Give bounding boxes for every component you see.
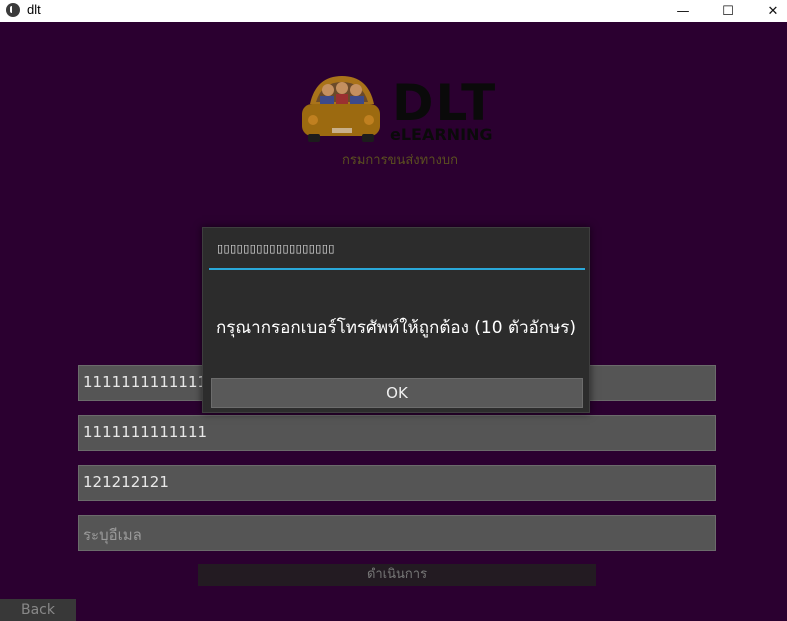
logo-brand-sub: eLEARNING <box>390 125 493 144</box>
error-dialog: ▯▯▯▯▯▯▯▯▯▯▯▯▯▯▯▯▯▯ กรุณากรอกเบอร์โทรศัพท… <box>202 227 590 413</box>
app-icon <box>6 3 20 17</box>
dialog-title: ▯▯▯▯▯▯▯▯▯▯▯▯▯▯▯▯▯▯ <box>217 242 335 255</box>
window-titlebar: dlt — ☐ ✕ <box>0 0 787 22</box>
minimize-icon: — <box>676 3 690 19</box>
close-button[interactable]: ✕ <box>750 0 787 22</box>
app-canvas: DLT eLEARNING กรมการขนส่งทางบก 111111111… <box>0 22 787 621</box>
dialog-title-separator <box>209 268 585 270</box>
maximize-icon: ☐ <box>722 3 734 19</box>
close-icon: ✕ <box>767 3 779 19</box>
back-button[interactable]: Back <box>0 599 76 621</box>
dialog-ok-button[interactable]: OK <box>211 378 583 408</box>
submit-button[interactable]: ดำเนินการ <box>198 564 596 586</box>
logo-subtitle: กรมการขนส่งทางบก <box>342 153 458 168</box>
logo-brand: DLT <box>392 74 497 132</box>
dialog-message: กรุณากรอกเบอร์โทรศัพท์ให้ถูกต้อง (10 ตัว… <box>215 318 577 338</box>
phone-field[interactable]: 1111111111111 <box>78 415 716 451</box>
maximize-button[interactable]: ☐ <box>705 0 751 22</box>
window-title: dlt <box>27 2 41 17</box>
minimize-button[interactable]: — <box>660 0 706 22</box>
code-field[interactable]: 121212121 <box>78 465 716 501</box>
email-field[interactable]: ระบุอีเมล <box>78 515 716 551</box>
